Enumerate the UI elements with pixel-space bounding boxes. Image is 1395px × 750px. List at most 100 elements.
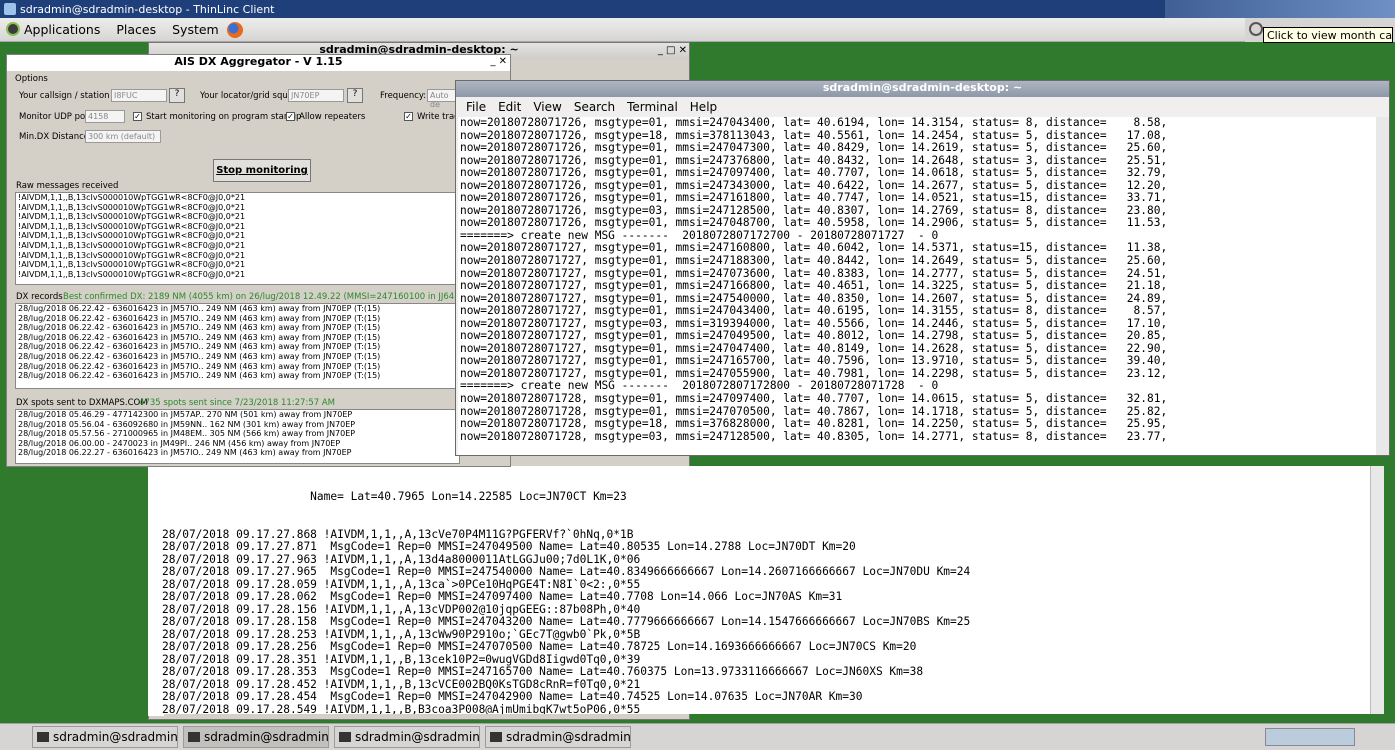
log-line: 28/07/2018 09.17.28.549 !AIVDM,1,1,,B,B3… xyxy=(162,702,641,714)
terminal-line: now=20180728071726, msgtype=01, mmsi=247… xyxy=(460,191,1168,205)
terminal-menubar: File Edit View Search Terminal Help xyxy=(456,97,1389,117)
log-lines: 28/07/2018 09.17.27.868 !AIVDM,1,1,,A,13… xyxy=(162,528,1378,714)
log-line: 28/07/2018 09.17.28.454 MsgCode=1 Rep=0 … xyxy=(162,690,863,703)
raw-message-row: !AIVDM,1,1,,B,13cIvS000010WpTGG1wR<8CF0@… xyxy=(18,212,246,222)
thinlinc-titlebar: sdradmin@sdradmin-desktop - ThinLinc Cli… xyxy=(0,0,1395,18)
dx-record-row: 28/lug/2018 06.22.42 - 636016423 in JM57… xyxy=(18,342,381,352)
taskbar-item-label: sdradmin@sdradmin-... xyxy=(355,730,480,744)
clock-tooltip: Click to view month cale xyxy=(1263,27,1393,43)
dx-records-list[interactable]: 28/lug/2018 06.22.42 - 636016423 in JM57… xyxy=(15,303,460,389)
terminal-icon xyxy=(339,732,351,742)
repeaters-checkbox[interactable]: ✓ xyxy=(286,112,295,121)
log-line: 28/07/2018 09.17.28.062 MsgCode=1 Rep=0 … xyxy=(162,590,843,603)
places-menu[interactable]: Places xyxy=(108,22,164,37)
raw-label: Raw messages received xyxy=(16,181,119,191)
taskbar-item[interactable]: sdradmin@sdradmin-... xyxy=(32,726,178,748)
dx-spot-row: 28/lug/2018 06.22.27 - 636016423 in JM57… xyxy=(18,448,352,458)
raw-message-row: !AIVDM,1,1,,B,13cIvS000010WpTGG1wR<8CF0@… xyxy=(18,202,246,212)
taskbar-item[interactable]: sdradmin@sdradmin-... xyxy=(183,726,329,748)
menu-edit[interactable]: Edit xyxy=(492,100,527,114)
log-line: 28/07/2018 09.17.28.353 MsgCode=1 Rep=0 … xyxy=(162,665,924,678)
search-icon[interactable] xyxy=(1249,22,1263,36)
menu-file[interactable]: File xyxy=(460,100,492,114)
dx-record-row: 28/lug/2018 06.22.42 - 636016423 in JM57… xyxy=(18,332,381,342)
taskbar: sdradmin@sdradmin-... sdradmin@sdradmin-… xyxy=(0,723,1395,750)
dx-spot-row: 28/lug/2018 06.00.00 - 2470023 in JM49PI… xyxy=(18,438,341,448)
terminal-line: now=20180728071726, msgtype=01, mmsi=247… xyxy=(460,166,1168,180)
taskbar-item-label: sdradmin@sdradmin-... xyxy=(506,730,631,744)
dx-spots-list[interactable]: 28/lug/2018 05.46.29 - 477142300 in JM57… xyxy=(15,409,460,464)
terminal-output[interactable]: now=20180728071726, msgtype=01, mmsi=247… xyxy=(458,117,1376,455)
menu-help[interactable]: Help xyxy=(684,100,723,114)
terminal-line: now=20180728071727, msgtype=01, mmsi=247… xyxy=(460,304,1168,318)
log-line: 28/07/2018 09.17.27.871 MsgCode=1 Rep=0 … xyxy=(162,540,856,553)
taskbar-item[interactable]: sdradmin@sdradmin-... xyxy=(334,726,480,748)
terminal-line: now=20180728071728, msgtype=03, mmsi=247… xyxy=(460,429,1168,443)
terminal-icon xyxy=(490,732,502,742)
log-line: 28/07/2018 09.17.28.158 MsgCode=1 Rep=0 … xyxy=(162,615,971,628)
dx-best: Best confirmed DX: 2189 NM (4055 km) on … xyxy=(63,292,469,302)
locator-help-button[interactable]: ? xyxy=(347,88,363,103)
frequency-field[interactable]: Auto de xyxy=(427,89,457,109)
options-label: Options xyxy=(15,74,48,84)
log-line: 28/07/2018 09.17.27.965 MsgCode=1 Rep=0 … xyxy=(162,565,971,578)
raw-message-row: !AIVDM,1,1,,B,13cIvS000010WpTGG1wR<8CF0@… xyxy=(18,221,246,231)
terminal-window[interactable]: sdradmin@sdradmin-desktop: ~ File Edit V… xyxy=(455,80,1390,456)
dx-spot-row: 28/lug/2018 05.46.29 - 477142300 in JM57… xyxy=(18,410,353,419)
thinlinc-title: sdradmin@sdradmin-desktop - ThinLinc Cli… xyxy=(20,2,275,16)
dx-spot-row: 28/lug/2018 05.56.04 - 636092680 in JM59… xyxy=(18,419,356,429)
dx-spot-row: 28/lug/2018 05.57.56 - 271000965 in JM48… xyxy=(18,429,356,439)
raw-message-row: !AIVDM,1,1,,B,13cIvS000010WpTGG1wR<8CF0@… xyxy=(18,240,246,250)
udp-field[interactable]: 4158 xyxy=(85,110,125,123)
system-menu[interactable]: System xyxy=(164,22,227,37)
dx-record-row: 28/lug/2018 06.22.42 - 636016423 in JM57… xyxy=(18,371,381,381)
ais-window[interactable]: AIS DX Aggregator - V 1.15 _ ✕ Options Y… xyxy=(6,54,511,467)
raw-message-row: !AIVDM,1,1,,B,13cIvS000010WpTGG1wR<8CF0@… xyxy=(18,231,246,241)
terminal-icon xyxy=(37,732,49,742)
stop-monitoring-button[interactable]: Stop monitoring xyxy=(213,159,311,182)
applications-label: Applications xyxy=(24,22,101,37)
dx-record-row: 28/lug/2018 06.22.42 - 636016423 in JM57… xyxy=(18,323,381,333)
startup-label: Start monitoring on program startup xyxy=(146,112,302,122)
locator-field[interactable]: JN70EP xyxy=(288,89,344,102)
callsign-help-button[interactable]: ? xyxy=(169,88,185,103)
window-controls[interactable]: _ □ ✕ xyxy=(658,45,687,56)
terminal-title[interactable]: sdradmin@sdradmin-desktop: ~ xyxy=(456,81,1389,97)
applications-menu[interactable]: Applications xyxy=(0,22,108,37)
terminal-line: now=20180728071726, msgtype=01, mmsi=247… xyxy=(460,117,1168,129)
terminal-line: now=20180728071727, msgtype=01, mmsi=247… xyxy=(460,329,1168,343)
ais-window-controls[interactable]: _ ✕ xyxy=(490,56,507,67)
menu-search[interactable]: Search xyxy=(568,100,621,114)
menu-view[interactable]: View xyxy=(527,100,567,114)
spots-count: 4735 spots sent since 7/23/2018 11:27:57… xyxy=(139,398,335,408)
mindx-select[interactable]: 300 km (default) xyxy=(85,130,161,143)
taskbar-item[interactable]: sdradmin@sdradmin-... xyxy=(485,726,631,748)
menu-terminal[interactable]: Terminal xyxy=(621,100,684,114)
raw-message-row: !AIVDM,1,1,,B,13cIvS000010WpTGG1wR<8CF0@… xyxy=(18,250,246,260)
terminal-line: now=20180728071727, msgtype=01, mmsi=247… xyxy=(460,254,1168,268)
taskbar-item-label: sdradmin@sdradmin-... xyxy=(53,730,178,744)
terminal-line: now=20180728071727, msgtype=01, mmsi=247… xyxy=(460,279,1168,293)
log-partial-line: Name= Lat=40.7965 Lon=14.22585 Loc=JN70C… xyxy=(162,490,627,503)
callsign-label: Your callsign / station ID: xyxy=(19,91,125,101)
terminal-icon xyxy=(188,732,200,742)
terminal-line: now=20180728071728, msgtype=18, mmsi=376… xyxy=(460,417,1168,431)
workspace-switcher[interactable] xyxy=(1265,728,1355,746)
startup-checkbox[interactable]: ✓ xyxy=(133,112,142,121)
terminal-line: now=20180728071728, msgtype=01, mmsi=247… xyxy=(460,392,1168,406)
dx-record-row: 28/lug/2018 06.22.42 - 636016423 in JM57… xyxy=(18,313,381,323)
thinlinc-icon xyxy=(4,3,16,15)
terminal-scrollbar[interactable] xyxy=(1376,117,1389,455)
firefox-icon[interactable] xyxy=(226,21,243,38)
raw-messages-list[interactable]: !AIVDM,1,1,,B,13cIvS000010WpTGG1wR<8CF0@… xyxy=(15,192,460,285)
back-terminal-scrollbar[interactable] xyxy=(1370,466,1384,714)
repeaters-label: Allow repeaters xyxy=(299,112,366,122)
spots-label: DX spots sent to DXMAPS.COM xyxy=(16,398,148,408)
write-trace-checkbox[interactable]: ✓ xyxy=(404,112,413,121)
ais-title[interactable]: AIS DX Aggregator - V 1.15 xyxy=(7,55,510,71)
back-terminal-output[interactable]: Name= Lat=40.7965 Lon=14.22585 Loc=JN70C… xyxy=(162,466,1378,714)
raw-message-row: !AIVDM,1,1,,B,13cIvS000010WpTGG1wR<8CF0@… xyxy=(18,269,246,279)
dx-record-row: 28/lug/2018 06.22.42 - 636016423 in JM57… xyxy=(18,361,381,371)
dx-record-row: 28/lug/2018 06.22.42 - 636016423 in JM57… xyxy=(18,351,381,361)
callsign-field[interactable]: I8FUC xyxy=(111,89,167,102)
